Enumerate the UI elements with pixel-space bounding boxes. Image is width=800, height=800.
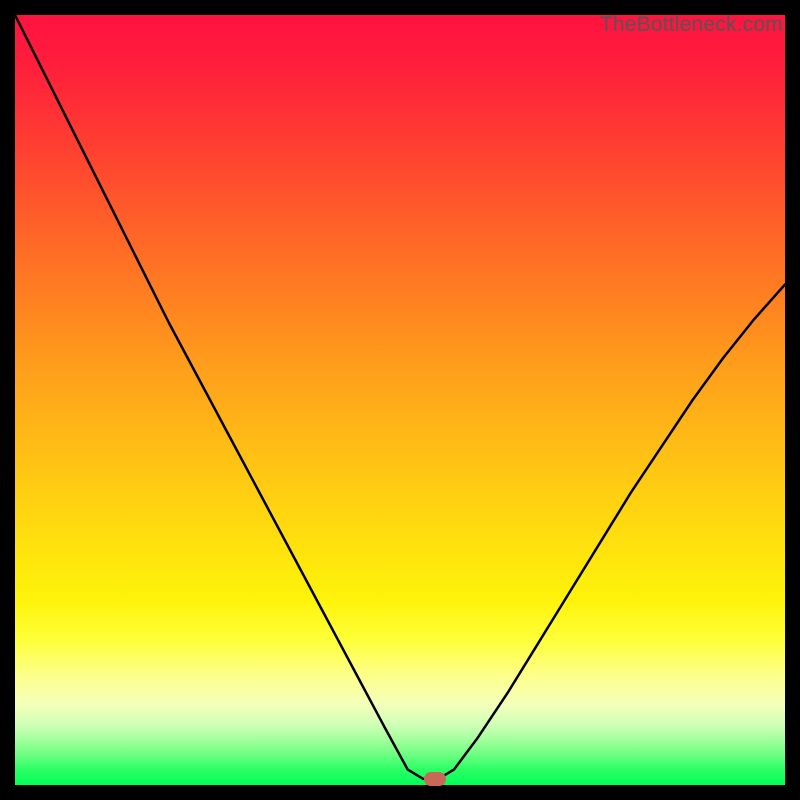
optimal-marker: [424, 772, 446, 786]
bottleneck-curve: [15, 15, 785, 785]
plot-area: TheBottleneck.com: [15, 15, 785, 785]
chart-canvas: TheBottleneck.com: [0, 0, 800, 800]
watermark-text: TheBottleneck.com: [600, 13, 783, 37]
